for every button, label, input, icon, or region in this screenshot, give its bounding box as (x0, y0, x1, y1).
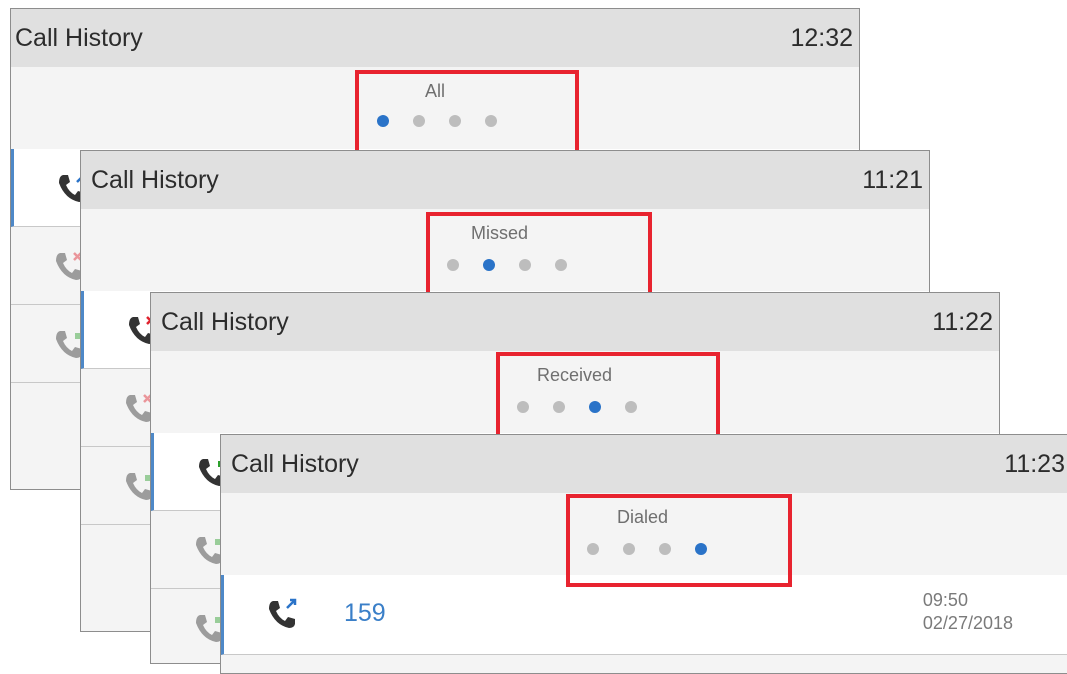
header-bar: Call History 11:22 (151, 293, 999, 351)
call-list: 159 09:50 02/27/2018 (221, 575, 1067, 673)
highlight-box-dialed (566, 494, 792, 587)
call-date: 02/27/2018 (922, 613, 1013, 633)
header-bar: Call History 11:21 (81, 151, 929, 209)
header-bar: Call History 12:32 (11, 9, 859, 67)
screen-title: Call History (91, 165, 219, 194)
screen-title: Call History (15, 23, 143, 52)
clock-time: 11:22 (932, 307, 993, 336)
header-bar: Call History 11:23 (221, 435, 1067, 493)
highlight-box-received (496, 352, 720, 445)
clock-time: 11:23 (1004, 449, 1065, 478)
screen-title: Call History (161, 307, 289, 336)
clock-time: 12:32 (790, 23, 853, 52)
list-item[interactable]: 159 09:50 02/27/2018 (221, 575, 1067, 655)
call-number: 159 (344, 599, 386, 627)
dialed-call-icon (269, 598, 297, 628)
call-timestamp: 09:50 02/27/2018 (923, 589, 1013, 635)
call-time: 09:50 (922, 590, 968, 610)
screen-title: Call History (231, 449, 359, 478)
clock-time: 11:21 (862, 165, 923, 194)
